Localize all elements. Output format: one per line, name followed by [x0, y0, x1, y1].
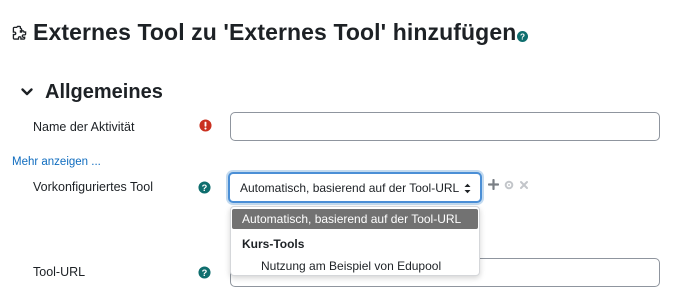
section-title: Allgemeines — [45, 80, 163, 103]
tool-select-dropdown: Automatisch, basierend auf der Tool-URL … — [230, 206, 480, 276]
preconfigured-tool-label: Vorkonfiguriertes Tool — [33, 180, 153, 194]
activity-name-label: Name der Aktivität — [33, 120, 135, 134]
help-icon[interactable]: ? — [198, 266, 211, 279]
select-value: Automatisch, basierend auf der Tool-URL — [240, 180, 460, 195]
help-icon[interactable]: ? — [198, 181, 211, 194]
select-arrows-icon — [464, 183, 471, 194]
puzzle-icon — [12, 25, 27, 40]
plus-icon[interactable] — [488, 179, 499, 190]
svg-text:?: ? — [520, 32, 525, 41]
preconfigured-tool-select[interactable]: Automatisch, basierend auf der Tool-URL — [228, 172, 482, 203]
chevron-down-icon[interactable] — [20, 85, 34, 99]
tool-url-label: Tool-URL — [33, 265, 86, 279]
help-icon[interactable]: ? — [517, 30, 529, 42]
page-header: Externes Tool zu 'Externes Tool' hinzufü… — [12, 14, 529, 50]
gear-icon[interactable] — [504, 180, 514, 190]
required-icon — [199, 119, 212, 132]
activity-name-input[interactable] — [230, 112, 660, 141]
section-header[interactable]: Allgemeines — [20, 78, 163, 106]
page-title: Externes Tool zu 'Externes Tool' hinzufü… — [33, 18, 517, 45]
dropdown-option[interactable]: Nutzung am Beispiel von Edupool — [261, 259, 441, 273]
dropdown-option-selected[interactable]: Automatisch, basierend auf der Tool-URL — [232, 209, 478, 229]
close-icon[interactable] — [519, 180, 529, 190]
dropdown-group-label: Kurs-Tools — [242, 237, 305, 251]
tool-action-icons — [488, 179, 529, 190]
svg-text:?: ? — [202, 268, 208, 278]
svg-text:?: ? — [202, 183, 208, 193]
show-more-link[interactable]: Mehr anzeigen ... — [12, 156, 101, 168]
